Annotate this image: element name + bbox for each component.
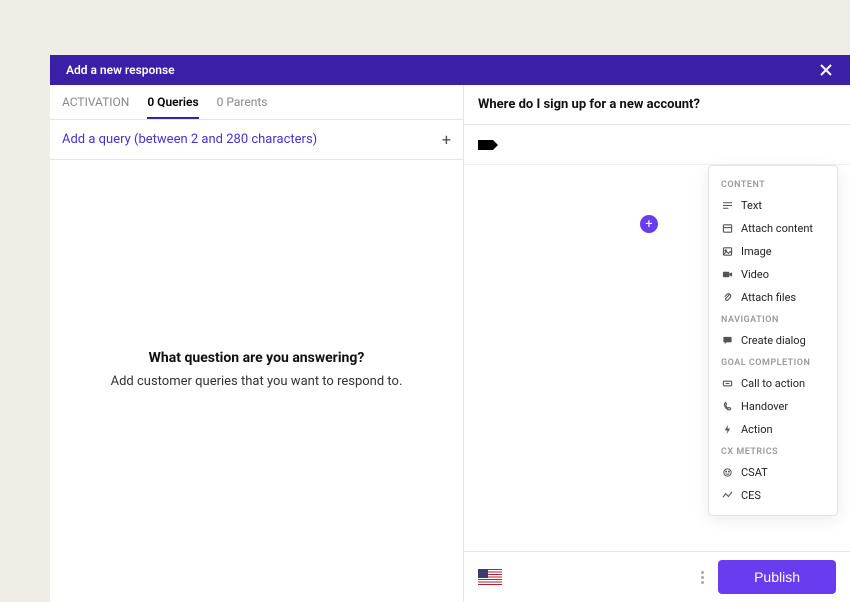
- menu-item-attach-files-label: Attach files: [741, 291, 796, 304]
- menu-item-text[interactable]: Text: [709, 194, 837, 217]
- modal-title: Add a new response: [66, 63, 175, 77]
- empty-title: What question are you answering?: [149, 350, 365, 366]
- menu-section-content: CONTENT: [709, 174, 837, 194]
- menu-item-csat[interactable]: CSAT: [709, 461, 837, 484]
- modal-header: Add a new response: [50, 55, 850, 85]
- paperclip-icon: [721, 292, 733, 304]
- menu-item-action[interactable]: Action: [709, 418, 837, 441]
- menu-item-text-label: Text: [741, 199, 762, 212]
- menu-item-cta[interactable]: Call to action: [709, 372, 837, 395]
- locale-flag-us[interactable]: [478, 569, 502, 585]
- add-query-row[interactable]: Add a query (between 2 and 280 character…: [50, 120, 463, 160]
- attach-content-icon: [721, 223, 733, 235]
- answer-title: Where do I sign up for a new account?: [464, 85, 850, 125]
- menu-item-video[interactable]: Video: [709, 263, 837, 286]
- text-icon: [721, 200, 733, 212]
- ces-icon: [721, 490, 733, 502]
- answer-block-row: [464, 125, 850, 165]
- menu-section-goal: GOAL COMPLETION: [709, 352, 837, 372]
- menu-item-action-label: Action: [741, 423, 773, 436]
- handover-icon: [721, 401, 733, 413]
- footer: Publish: [464, 551, 850, 602]
- arrow-tag-icon[interactable]: [478, 140, 498, 150]
- close-icon: [818, 62, 834, 78]
- csat-icon: [721, 467, 733, 479]
- add-block-button[interactable]: +: [640, 215, 658, 233]
- empty-subtitle: Add customer queries that you want to re…: [111, 374, 403, 389]
- right-pane: Where do I sign up for a new account? + …: [464, 85, 850, 602]
- empty-state: What question are you answering? Add cus…: [50, 160, 463, 602]
- menu-item-cta-label: Call to action: [741, 377, 805, 390]
- menu-item-image-label: Image: [741, 245, 772, 258]
- publish-button[interactable]: Publish: [718, 560, 836, 594]
- plus-icon: +: [645, 217, 652, 232]
- tab-activation[interactable]: ACTIVATION: [62, 95, 129, 119]
- add-query-button[interactable]: +: [442, 130, 451, 149]
- menu-section-cx: CX METRICS: [709, 441, 837, 461]
- left-pane: ACTIVATION 0 Queries 0 Parents Add a que…: [50, 85, 464, 602]
- video-icon: [721, 269, 733, 281]
- answer-canvas: + CONTENT Text Attach content: [464, 165, 850, 551]
- cta-icon: [721, 378, 733, 390]
- query-placeholder: Add a query (between 2 and 280 character…: [62, 132, 317, 147]
- tab-parents[interactable]: 0 Parents: [217, 95, 268, 119]
- tab-queries[interactable]: 0 Queries: [147, 95, 198, 119]
- menu-item-create-dialog[interactable]: Create dialog: [709, 329, 837, 352]
- image-icon: [721, 246, 733, 258]
- close-button[interactable]: [818, 62, 834, 78]
- tabs: ACTIVATION 0 Queries 0 Parents: [50, 85, 463, 120]
- menu-item-handover-label: Handover: [741, 400, 788, 413]
- menu-item-ces-label: CES: [741, 489, 761, 502]
- menu-item-image[interactable]: Image: [709, 240, 837, 263]
- menu-item-attach-content[interactable]: Attach content: [709, 217, 837, 240]
- menu-section-navigation: NAVIGATION: [709, 309, 837, 329]
- more-menu-button[interactable]: [697, 567, 708, 588]
- add-response-modal: Add a new response ACTIVATION 0 Queries …: [50, 55, 850, 602]
- menu-item-video-label: Video: [741, 268, 769, 281]
- menu-item-attach-content-label: Attach content: [741, 222, 813, 235]
- menu-item-ces[interactable]: CES: [709, 484, 837, 507]
- block-type-menu: CONTENT Text Attach content: [708, 165, 838, 516]
- menu-item-attach-files[interactable]: Attach files: [709, 286, 837, 309]
- action-icon: [721, 424, 733, 436]
- dialog-icon: [721, 335, 733, 347]
- menu-item-handover[interactable]: Handover: [709, 395, 837, 418]
- modal-body: ACTIVATION 0 Queries 0 Parents Add a que…: [50, 85, 850, 602]
- menu-item-create-dialog-label: Create dialog: [741, 334, 806, 347]
- menu-item-csat-label: CSAT: [741, 466, 768, 479]
